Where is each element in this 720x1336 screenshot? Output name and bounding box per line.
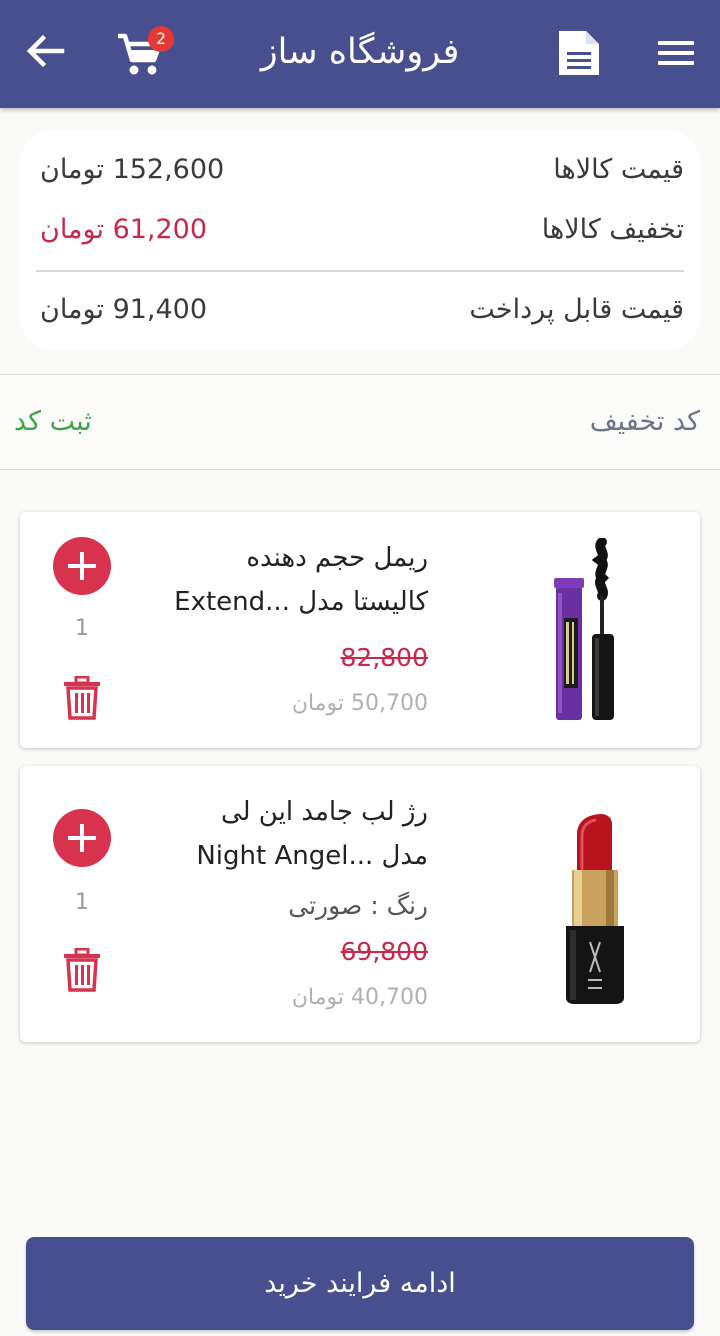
mascara-product-image [554, 538, 614, 720]
increase-quantity-button[interactable] [53, 809, 111, 867]
product-old-price: 69,800 [340, 937, 428, 966]
product-name-line2: کالیستا مدل ...Extend [174, 587, 428, 617]
coupon-submit-button[interactable]: ثبت کد [14, 402, 92, 442]
document-icon [559, 31, 599, 75]
quantity-value: 1 [75, 616, 89, 641]
trash-icon [64, 947, 100, 992]
discount-row: تخفیف کالاها 61,200 تومان [20, 210, 700, 250]
coupon-code-input[interactable]: کد تخفیف [590, 402, 700, 442]
quantity-value: 1 [75, 890, 89, 915]
product-name-line1: ریمل حجم دهنده [246, 543, 428, 573]
product-new-price: 40,700 تومان [291, 985, 428, 1010]
items-price-value: 152,600 تومان [40, 154, 225, 185]
continue-checkout-button[interactable]: ادامه فرایند خرید [26, 1237, 694, 1330]
items-price-row: قیمت کالاها 152,600 تومان [20, 150, 700, 190]
remove-item-button[interactable] [62, 675, 102, 720]
items-price-label: قیمت کالاها [553, 154, 684, 185]
page-title: فروشگاه ساز [260, 32, 460, 72]
price-summary-card: قیمت کالاها 152,600 تومان تخفیف کالاها 6… [20, 130, 700, 350]
payable-value: 91,400 تومان [40, 294, 208, 325]
product-variant: رنگ : صورتی [288, 891, 428, 920]
discount-label: تخفیف کالاها [541, 214, 684, 245]
product-name-line1: رژ لب جامد این لی [220, 797, 428, 827]
hamburger-menu-icon [656, 36, 696, 68]
lipstick-product-image [566, 814, 624, 1004]
payable-label: قیمت قابل پرداخت [469, 294, 684, 325]
menu-button[interactable] [656, 36, 696, 68]
trash-icon [64, 675, 100, 720]
app-header: 2 فروشگاه ساز [0, 0, 720, 108]
discount-value: 61,200 تومان [40, 214, 208, 245]
cart-item: 1 رژ لب جامد این لی مدل ...Night Angel ر… [20, 766, 700, 1042]
payable-row: قیمت قابل پرداخت 91,400 تومان [20, 290, 700, 330]
product-name-line2: مدل ...Night Angel [196, 841, 428, 871]
coupon-section: کد تخفیف ثبت کد [0, 374, 720, 470]
product-old-price: 82,800 [340, 643, 428, 672]
cart-item: 1 ریمل حجم دهنده کالیستا مدل ...Extend 8… [20, 512, 700, 748]
increase-quantity-button[interactable] [53, 537, 111, 595]
product-new-price: 50,700 تومان [291, 691, 428, 716]
summary-divider [36, 270, 684, 272]
orders-button[interactable] [556, 28, 602, 78]
remove-item-button[interactable] [62, 947, 102, 992]
